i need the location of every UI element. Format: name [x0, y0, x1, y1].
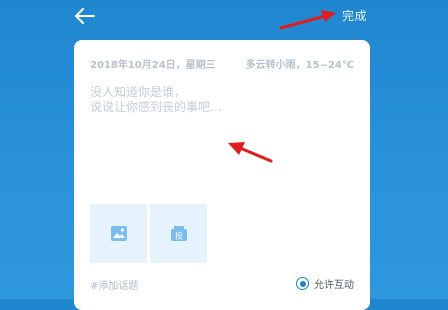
image-icon [111, 226, 127, 241]
top-bar: 完成 [0, 0, 448, 36]
done-button[interactable]: 完成 [342, 7, 367, 24]
add-image-button[interactable] [90, 204, 147, 263]
compose-footer: #添加话题 允许互动 [90, 276, 354, 292]
weather-info: 多云转小雨，15~24℃ [245, 60, 354, 71]
allow-interaction-label: 允许互动 [314, 280, 354, 291]
back-button[interactable] [72, 5, 98, 27]
vote-icon: 投 [171, 226, 187, 241]
vote-icon-glyph: 投 [175, 231, 183, 241]
post-text-input[interactable]: 没人知道你是谁， 说说让你感到丧的事吧… [90, 85, 350, 145]
add-vote-button[interactable]: 投 [150, 204, 207, 263]
arrow-left-icon [75, 8, 95, 24]
radio-selected-icon [296, 277, 309, 290]
compose-card: 2018年10月24日，星期三 多云转小雨，15~24℃ 没人知道你是谁， 说说… [74, 40, 370, 310]
add-topic-link[interactable]: #添加话题 [90, 277, 138, 292]
allow-interaction-toggle[interactable]: 允许互动 [296, 276, 354, 291]
post-date: 2018年10月24日，星期三 [90, 60, 216, 71]
